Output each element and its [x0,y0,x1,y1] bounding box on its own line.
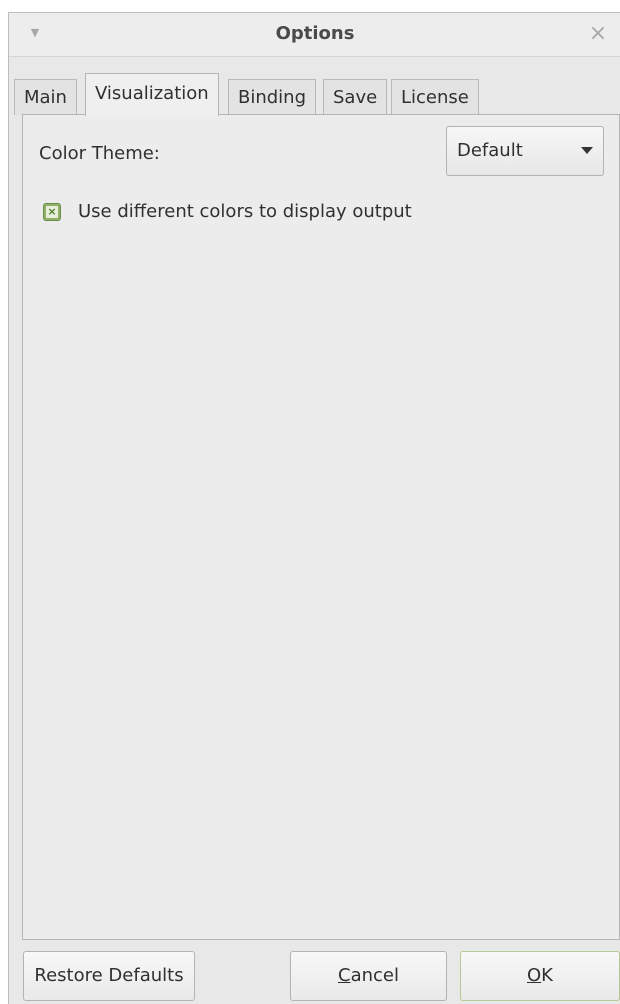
color-theme-value: Default [457,140,523,161]
ok-mnemonic: O [527,965,542,986]
tab-save[interactable]: Save [323,79,388,115]
tab-license[interactable]: License [391,79,479,115]
visualization-panel: Color Theme: Default × Use different col… [22,114,620,940]
diff-colors-checkbox[interactable]: × [43,203,61,221]
cancel-mnemonic: C [338,965,351,986]
cancel-label: ancel [350,965,399,986]
close-icon[interactable]: × [585,21,611,47]
tab-bar: Main Visualization Binding Save License [9,57,620,116]
window-title: Options [275,23,355,44]
color-theme-dropdown[interactable]: Default [446,126,604,176]
ok-button[interactable]: OK [460,951,620,1001]
cancel-button[interactable]: Cancel [290,951,447,1001]
tab-main[interactable]: Main [14,79,77,115]
color-theme-label: Color Theme: [39,143,160,164]
diff-colors-label[interactable]: Use different colors to display output [78,201,412,222]
tab-binding[interactable]: Binding [228,79,317,115]
tab-visualization[interactable]: Visualization [85,73,219,116]
caret-down-icon [581,147,593,154]
options-dialog: ▼ Options × Main Visualization Binding S… [8,12,620,1004]
restore-defaults-button[interactable]: Restore Defaults [23,951,195,1001]
title-bar: ▼ Options × [9,13,620,57]
ok-label: K [541,965,553,986]
checkmark-icon: × [46,205,58,218]
